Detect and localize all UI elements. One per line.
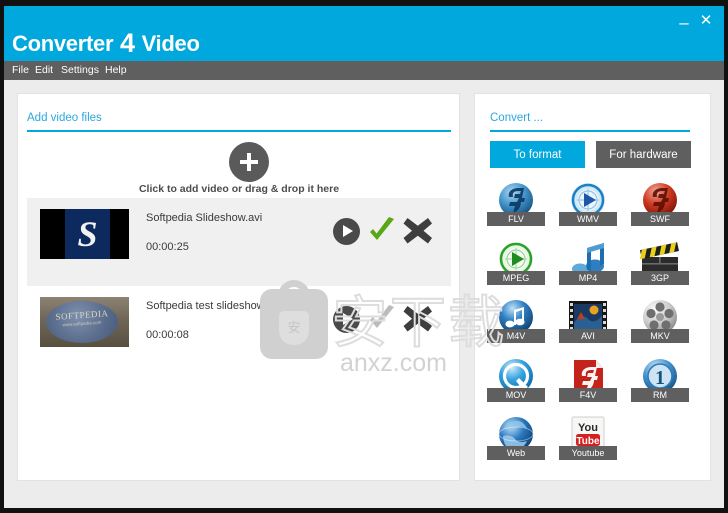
menu-item-help[interactable]: Help [105, 64, 127, 76]
format-label: AVI [559, 329, 617, 343]
format-option-f4v[interactable]: F4V [559, 356, 617, 413]
format-label: Youtube [559, 446, 617, 460]
format-option-web[interactable]: Web [487, 414, 545, 471]
menu-item-file[interactable]: File [12, 64, 29, 76]
format-option-mkv[interactable]: MKV [631, 297, 689, 354]
thumbnail-letter: S [77, 214, 98, 254]
app-title: Converter 4 Video [12, 28, 200, 59]
screenshot-root: Converter 4 Video – ✕ File Edit Settings He… [0, 0, 728, 513]
format-label: SWF [631, 212, 689, 226]
format-grid: FLV WMV SWF MPEG MP4 3GP M4V AVI MKV MOV F4V 1 RM Web… [487, 180, 699, 470]
format-label: Web [487, 446, 545, 460]
svg-text:You: You [578, 422, 598, 434]
app-title-number: 4 [120, 28, 135, 58]
format-label: RM [631, 387, 689, 402]
title-bar: Converter 4 Video – ✕ [4, 6, 724, 61]
video-thumbnail: S [40, 209, 129, 259]
add-video-files-header: Add video files [27, 108, 451, 132]
format-option-mp4[interactable]: MP4 [559, 239, 617, 296]
svg-text:1: 1 [655, 367, 665, 389]
drop-zone-label: Click to add video or drag & drop it her… [138, 183, 340, 195]
format-label: M4V [487, 329, 545, 343]
video-thumbnail: SOFTPEDIA www.softpedia.com [40, 297, 129, 347]
format-option-wmv[interactable]: WMV [559, 180, 617, 237]
format-option-flv[interactable]: FLV [487, 180, 545, 237]
format-option-3gp[interactable]: 3GP [631, 239, 689, 296]
file-name: Softpedia test slideshow.avi [146, 300, 282, 312]
format-option-avi[interactable]: AVI [559, 297, 617, 354]
convert-header-label: Convert ... [490, 112, 544, 124]
format-option-swf[interactable]: SWF [631, 180, 689, 237]
add-video-panel: Add video files Click to add video or dr… [17, 93, 460, 481]
video-file-list: S Softpedia Slideshow.avi 00:00:25 SOFTPEDI… [27, 198, 451, 470]
confirm-check-icon[interactable] [367, 217, 397, 245]
format-option-rm[interactable]: 1 RM [631, 356, 689, 413]
table-row[interactable]: S Softpedia Slideshow.avi 00:00:25 [27, 198, 451, 286]
minimize-icon[interactable]: – [676, 14, 692, 31]
menu-item-edit[interactable]: Edit [35, 64, 53, 76]
format-label: MP4 [559, 270, 617, 285]
file-name: Softpedia Slideshow.avi [146, 212, 263, 224]
format-option-mov[interactable]: MOV [487, 356, 545, 413]
confirm-check-icon[interactable] [367, 305, 397, 333]
format-label: F4V [559, 387, 617, 402]
plus-icon[interactable] [229, 142, 269, 182]
format-label: 3GP [631, 270, 689, 285]
format-label: FLV [487, 212, 545, 226]
format-label: MPEG [487, 270, 545, 285]
drop-zone[interactable]: Click to add video or drag & drop it her… [27, 142, 451, 195]
format-label: MKV [631, 329, 689, 343]
format-option-m4v[interactable]: M4V [487, 297, 545, 354]
content-area: Add video files Click to add video or dr… [4, 80, 724, 508]
file-duration: 00:00:08 [146, 329, 189, 341]
remove-x-icon[interactable] [403, 305, 433, 333]
format-option-youtube[interactable]: You Tube Youtube [559, 414, 617, 471]
menu-item-settings[interactable]: Settings [61, 64, 99, 76]
menu-bar: File Edit Settings Help [4, 61, 724, 80]
remove-x-icon[interactable] [403, 217, 433, 245]
convert-header: Convert ... [490, 108, 690, 132]
app-title-part2: Video [141, 31, 200, 56]
for-hardware-button[interactable]: For hardware [596, 141, 691, 168]
format-label: WMV [559, 212, 617, 226]
play-icon[interactable] [333, 218, 360, 245]
application-window: Converter 4 Video – ✕ File Edit Settings He… [4, 6, 724, 508]
close-icon[interactable]: ✕ [698, 13, 714, 30]
add-video-files-label: Add video files [27, 112, 102, 124]
format-label: MOV [487, 387, 545, 402]
file-duration: 00:00:25 [146, 241, 189, 253]
convert-panel: Convert ... To format For hardware FLV WM… [474, 93, 711, 481]
table-row[interactable]: SOFTPEDIA www.softpedia.com Softpedia test… [27, 286, 451, 374]
play-icon[interactable] [333, 306, 360, 333]
format-option-mpeg[interactable]: MPEG [487, 239, 545, 296]
to-format-button[interactable]: To format [490, 141, 585, 168]
app-title-part1: Converter [12, 31, 114, 56]
